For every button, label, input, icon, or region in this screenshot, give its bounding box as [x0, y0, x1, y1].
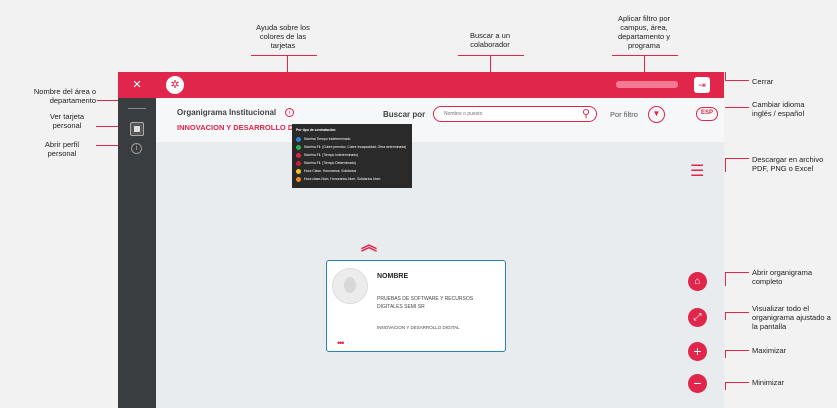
legend-label: Hora clase-Nom, Honorarios-Nom, Solidari… [304, 177, 381, 181]
sidebar-divider [128, 108, 146, 109]
header: Organigrama Institucional i INNOVACION Y… [156, 98, 724, 142]
org-chart-app: × i ✲ ⇥ Organigrama Institucional i INNO… [118, 72, 724, 408]
legend-dot [296, 176, 301, 182]
legend-item: Nómina Fil. (Tiempo Indeterminado) [296, 151, 408, 159]
fit-screen-icon[interactable]: ⤢ [688, 308, 707, 327]
profile-info-icon[interactable]: i [131, 143, 142, 154]
annotation-minimize: Minimizar [752, 378, 785, 387]
legend-item: Hora clase-Nom, Honorarios-Nom, Solidari… [296, 175, 408, 183]
annotation-fit-screen: Visualizar todo el organigrama ajustado … [752, 304, 831, 331]
card-name: NOMBRE [377, 273, 409, 280]
color-legend-tooltip: Por tipo de contratación: Nómina Tiempo … [292, 124, 412, 188]
gear-icon[interactable]: ✲ [166, 76, 184, 94]
download-menu-icon[interactable]: ☰ [690, 164, 704, 180]
user-name-redacted [616, 81, 678, 88]
legend-label: Nómina Fil. (Tiempo Indeterminado) [304, 153, 359, 157]
leader-minimize-v [725, 382, 726, 390]
employee-card[interactable]: NOMBRE PRUEBAS DE SOFTWARE Y RECURSOS DI… [326, 260, 506, 352]
card-position: PRUEBAS DE SOFTWARE Y RECURSOS DIGITALES… [377, 296, 474, 310]
logout-icon[interactable]: ⇥ [694, 77, 710, 93]
language-button[interactable]: ESP [696, 107, 718, 121]
zoom-out-icon[interactable]: − [688, 374, 707, 393]
avatar [332, 268, 368, 304]
annotation-personal-profile: Abrir perfil personal [44, 140, 80, 158]
legend-dot [296, 144, 301, 150]
leader-language [725, 107, 749, 108]
annotation-close: Cerrar [752, 77, 774, 86]
filter-label: Por filtro [610, 110, 638, 119]
leader-open-org-v [725, 272, 726, 286]
leader-minimize-h [725, 382, 749, 383]
top-bar: ✲ ⇥ [156, 72, 724, 98]
annotation-personal-card: Ver tarjeta personal [49, 112, 85, 130]
leader-help-h [251, 55, 317, 56]
leader-search-h [458, 55, 524, 56]
legend-item: Nómina Fil. (Tiempo Determinado) [296, 159, 408, 167]
chevron-up-icon[interactable]: ︽ [361, 238, 377, 254]
search-icon[interactable]: ⚲ [582, 108, 590, 121]
zoom-in-icon[interactable]: + [688, 342, 707, 361]
help-colors-icon[interactable]: i [285, 108, 294, 117]
legend-label: Hora Clase, Honorarios, Solidarios [304, 169, 357, 173]
leader-download-v [725, 158, 726, 172]
legend-label: Nómina Fil. (Tiempo Determinado) [304, 161, 356, 165]
leader-maximize-v [725, 350, 726, 358]
org-chart-icon[interactable]: ⌂ [688, 272, 707, 291]
leader-download-h [725, 158, 749, 159]
legend-label: Nómina Fil. (Cubre permiso, Cubre Incapa… [304, 145, 407, 149]
search-input[interactable] [444, 109, 574, 119]
annotation-search: Buscar a un colaborador [469, 31, 511, 49]
annotation-help: Ayuda sobre los colores de las tarjetas [256, 23, 310, 50]
personal-card-icon[interactable] [130, 122, 144, 136]
legend-dot [296, 168, 301, 174]
legend-title: Por tipo de contratación: [296, 128, 337, 132]
legend-label: Nómina Tiempo Indeterminado [304, 137, 351, 141]
filter-icon[interactable]: ▼ [648, 106, 665, 123]
legend-dot [296, 160, 301, 166]
more-options-icon[interactable]: ••• [337, 339, 345, 348]
leader-filter-h [612, 55, 678, 56]
search-label: Buscar por [383, 110, 426, 119]
card-area: INNOVACION Y DESARROLLO DIGITAL [377, 325, 460, 330]
legend-item: Nómina Fil. (Cubre permiso, Cubre Incapa… [296, 143, 408, 151]
leader-close-h [725, 80, 749, 81]
leader-fit-h [725, 312, 749, 313]
sidebar: × i [118, 72, 156, 408]
leader-maximize-h [725, 350, 749, 351]
leader-close-v [725, 72, 726, 81]
annotation-filter: Aplicar filtro por campus, área, departa… [617, 14, 671, 50]
close-icon[interactable]: × [118, 72, 156, 98]
leader-fit-v [725, 312, 726, 320]
annotation-area-name: Nombre del área o departamento [33, 87, 96, 105]
page: Ayuda sobre los colores de las tarjetas … [0, 0, 837, 408]
page-title: Organigrama Institucional [177, 108, 277, 117]
annotation-language: Cambiar idioma inglés / español [752, 100, 805, 118]
legend-dot [296, 152, 301, 158]
search-box: ⚲ [433, 106, 597, 122]
leader-open-org-h [725, 272, 749, 273]
annotation-download: Descargar en archivo PDF, PNG o Excel [752, 155, 824, 173]
legend-item: Nómina Tiempo Indeterminado [296, 135, 408, 143]
legend-item: Hora Clase, Honorarios, Solidarios [296, 167, 408, 175]
legend-dot [296, 136, 301, 142]
annotation-open-org: Abrir organigrama completo [752, 268, 813, 286]
annotation-maximize: Maximizar [752, 346, 787, 355]
